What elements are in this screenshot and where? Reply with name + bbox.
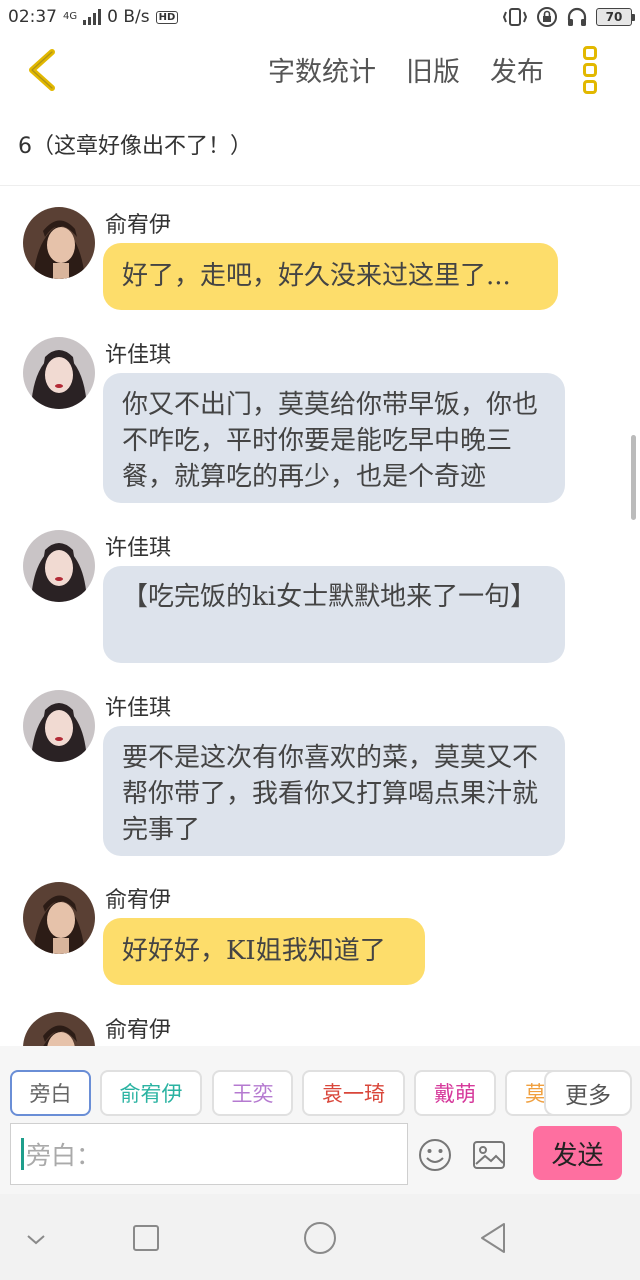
avatar-image (23, 690, 95, 762)
role-chip[interactable]: 戴萌 (414, 1070, 496, 1116)
old-version-button[interactable]: 旧版 (406, 50, 460, 89)
collapse-chevron-icon[interactable] (16, 1218, 56, 1258)
message-bubble[interactable]: 你又不出门，莫莫给你带早饭，你也不咋吃，平时你要是能吃早中晚三餐，就算吃的再少，… (103, 373, 565, 503)
text-caret (21, 1138, 24, 1170)
avatar-image (23, 207, 95, 279)
header: 字数统计 旧版 发布 (0, 34, 640, 106)
role-label: 俞宥伊 (119, 1082, 183, 1106)
role-label: 旁白 (29, 1082, 72, 1106)
recent-apps-icon[interactable] (126, 1218, 166, 1258)
message-list[interactable]: 俞宥伊 好了，走吧，好久没来过这里了... 许佳琪 你又不出门，莫莫给你带早饭，… (0, 186, 640, 1046)
role-chip[interactable]: 俞宥伊 (100, 1070, 202, 1116)
home-icon[interactable] (300, 1218, 340, 1258)
vibrate-icon (502, 8, 528, 26)
message-bubble[interactable]: 好好好，KI姐我知道了 (103, 918, 425, 985)
input-placeholder: 旁白： (26, 1141, 102, 1170)
message-sender: 俞宥伊 (105, 888, 172, 913)
back-chevron-icon[interactable] (22, 46, 62, 94)
chapter-title[interactable]: 6（这章好像出不了！） (18, 128, 252, 160)
role-chip[interactable]: 王奕 (212, 1070, 293, 1116)
more-options-icon[interactable] (578, 44, 602, 96)
message-bubble[interactable]: 要不是这次有你喜欢的菜，莫莫又不帮你带了，我看你又打算喝点果汁就完事了 (103, 726, 565, 856)
message-sender: 俞宥伊 (105, 1018, 172, 1043)
message-sender: 许佳琪 (105, 536, 172, 561)
signal-icon (83, 9, 102, 25)
message-sender: 许佳琪 (105, 343, 172, 368)
avatar-image (23, 337, 95, 409)
status-time: 02:37 (8, 7, 57, 27)
avatar-image (23, 882, 95, 954)
role-chip[interactable]: 旁白 (10, 1070, 91, 1116)
avatar-xujiaqi[interactable] (23, 337, 95, 409)
network-speed: 0 B/s (107, 7, 150, 27)
role-label: 袁一琦 (322, 1082, 385, 1106)
message-sender: 许佳琪 (105, 696, 172, 721)
status-bar: 02:37 4G 0 B/s HD 70 (0, 0, 640, 34)
word-count-button[interactable]: 字数统计 (268, 50, 376, 89)
avatar-yuyouyi[interactable] (23, 882, 95, 954)
header-actions: 字数统计 旧版 发布 (268, 50, 544, 89)
message-input[interactable]: 旁白： (10, 1123, 408, 1185)
role-selector[interactable]: 旁白 俞宥伊 王奕 袁一琦 戴萌 莫 更多 (0, 1070, 640, 1118)
avatar-yuyouyi[interactable] (23, 1012, 95, 1046)
battery-icon: 70 (596, 8, 635, 26)
avatar-yuyouyi[interactable] (23, 207, 95, 279)
lock-rotation-icon (537, 7, 557, 27)
back-triangle-icon[interactable] (474, 1218, 514, 1258)
message-bubble[interactable]: 【吃完饭的ki女士默默地来了一句】 (103, 566, 565, 663)
avatar-image (23, 530, 95, 602)
headphones-icon (567, 7, 587, 26)
avatar-xujiaqi[interactable] (23, 690, 95, 762)
composer-panel: 旁白 俞宥伊 王奕 袁一琦 戴萌 莫 更多 旁白： 发送 (0, 1046, 640, 1194)
publish-button[interactable]: 发布 (490, 50, 544, 89)
network-type: 4G (63, 11, 78, 22)
avatar-image (23, 1012, 95, 1046)
message-bubble[interactable]: 好了，走吧，好久没来过这里了... (103, 243, 558, 310)
send-button[interactable]: 发送 (533, 1126, 622, 1180)
role-chip[interactable]: 袁一琦 (302, 1070, 405, 1116)
scrollbar[interactable] (631, 435, 636, 520)
emoji-icon[interactable] (418, 1138, 452, 1172)
hd-icon: HD (155, 10, 179, 24)
role-label: 戴萌 (434, 1082, 476, 1106)
role-label: 王奕 (231, 1082, 274, 1106)
message-sender: 俞宥伊 (105, 213, 172, 238)
more-roles-button[interactable]: 更多 (544, 1070, 632, 1116)
role-label: 莫 (525, 1082, 546, 1106)
avatar-xujiaqi[interactable] (23, 530, 95, 602)
image-icon[interactable] (472, 1139, 506, 1171)
system-nav-bar (0, 1194, 640, 1280)
